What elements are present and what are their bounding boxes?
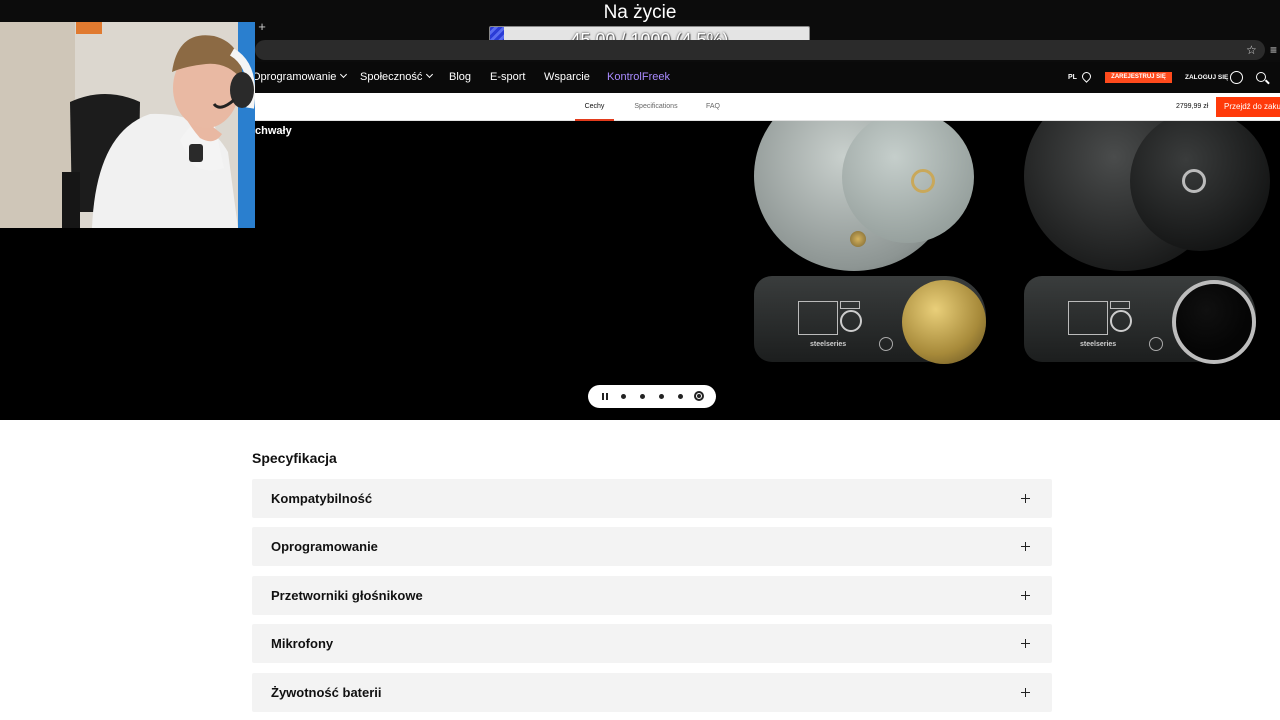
accordion-software[interactable]: Oprogramowanie [252, 527, 1052, 566]
plus-icon[interactable] [1021, 542, 1030, 551]
plus-icon[interactable] [1021, 688, 1030, 697]
accordion-drivers[interactable]: Przetworniki głośnikowe [252, 576, 1052, 615]
address-bar[interactable] [255, 40, 1265, 60]
plus-icon[interactable] [1021, 639, 1030, 648]
carousel-dot[interactable] [659, 394, 664, 399]
accordion-label: Żywotność baterii [271, 685, 382, 700]
gamedac-image-black: steelseries [1024, 276, 1256, 364]
tab-faq[interactable]: FAQ [702, 93, 724, 121]
accordion-label: Przetworniki głośnikowe [271, 588, 423, 603]
chevron-down-icon [426, 70, 434, 79]
brand-label: steelseries [810, 341, 847, 348]
brand-label: steelseries [1080, 341, 1117, 348]
headset-image-black [1020, 121, 1280, 281]
carousel-dot[interactable] [678, 394, 683, 399]
register-button[interactable]: ZAREJESTRUJ SIĘ [1105, 72, 1172, 83]
chevron-down-icon [340, 70, 348, 79]
accordion-compatibility[interactable]: Kompatybilność [252, 479, 1052, 518]
plus-icon[interactable] [1021, 591, 1030, 600]
buy-button[interactable]: Przejdź do zakupu [1216, 97, 1280, 117]
login-link[interactable]: ZALOGUJ SIĘ [1185, 62, 1228, 93]
pause-icon[interactable] [602, 393, 608, 400]
plus-icon[interactable] [1021, 494, 1030, 503]
nav-item-label: Oprogramowanie [252, 71, 337, 83]
headset-image-silver [750, 121, 1000, 281]
bookmark-star-icon[interactable]: ☆ [1246, 42, 1257, 58]
streamer-camera-image [0, 22, 255, 228]
language-selector[interactable]: PL [1068, 62, 1077, 93]
new-tab-button[interactable]: + [255, 18, 269, 36]
accordion-label: Mikrofony [271, 636, 334, 651]
product-price: 2799,99 zł [1176, 103, 1209, 110]
carousel-dot[interactable] [640, 394, 645, 399]
accordion-label: Kompatybilność [271, 491, 373, 506]
nav-item-label: Społeczność [360, 71, 423, 83]
carousel-dot-active[interactable] [694, 391, 704, 401]
tab-features[interactable]: Cechy [575, 93, 614, 121]
hero-caption: chwały [255, 125, 292, 137]
accordion-label: Oprogramowanie [271, 539, 378, 554]
user-icon[interactable] [1230, 71, 1243, 84]
nav-item-software[interactable]: Oprogramowanie [252, 62, 348, 93]
nav-item-community[interactable]: Społeczność [360, 62, 434, 93]
browser-chrome: + ☆ ≡ [255, 18, 1280, 62]
location-pin-icon[interactable] [1080, 70, 1093, 83]
nav-item-blog[interactable]: Blog [449, 62, 471, 93]
accordion-battery-life[interactable]: Żywotność baterii [252, 673, 1052, 712]
carousel-controls [588, 385, 716, 408]
specifications-heading: Specyfikacja [252, 450, 337, 466]
carousel-dot[interactable] [621, 394, 626, 399]
search-icon[interactable] [1256, 72, 1266, 82]
gamedac-image-silver: steelseries [754, 276, 986, 364]
nav-item-kontrolfreek[interactable]: KontrolFreek [607, 62, 670, 93]
nav-item-support[interactable]: Wsparcie [544, 62, 590, 93]
browser-menu-icon[interactable]: ≡ [1270, 40, 1280, 60]
nav-item-esport[interactable]: E-sport [490, 62, 525, 93]
tab-specifications[interactable]: Specifications [628, 93, 684, 121]
accordion-microphones[interactable]: Mikrofony [252, 624, 1052, 663]
webcam-overlay [0, 22, 255, 228]
